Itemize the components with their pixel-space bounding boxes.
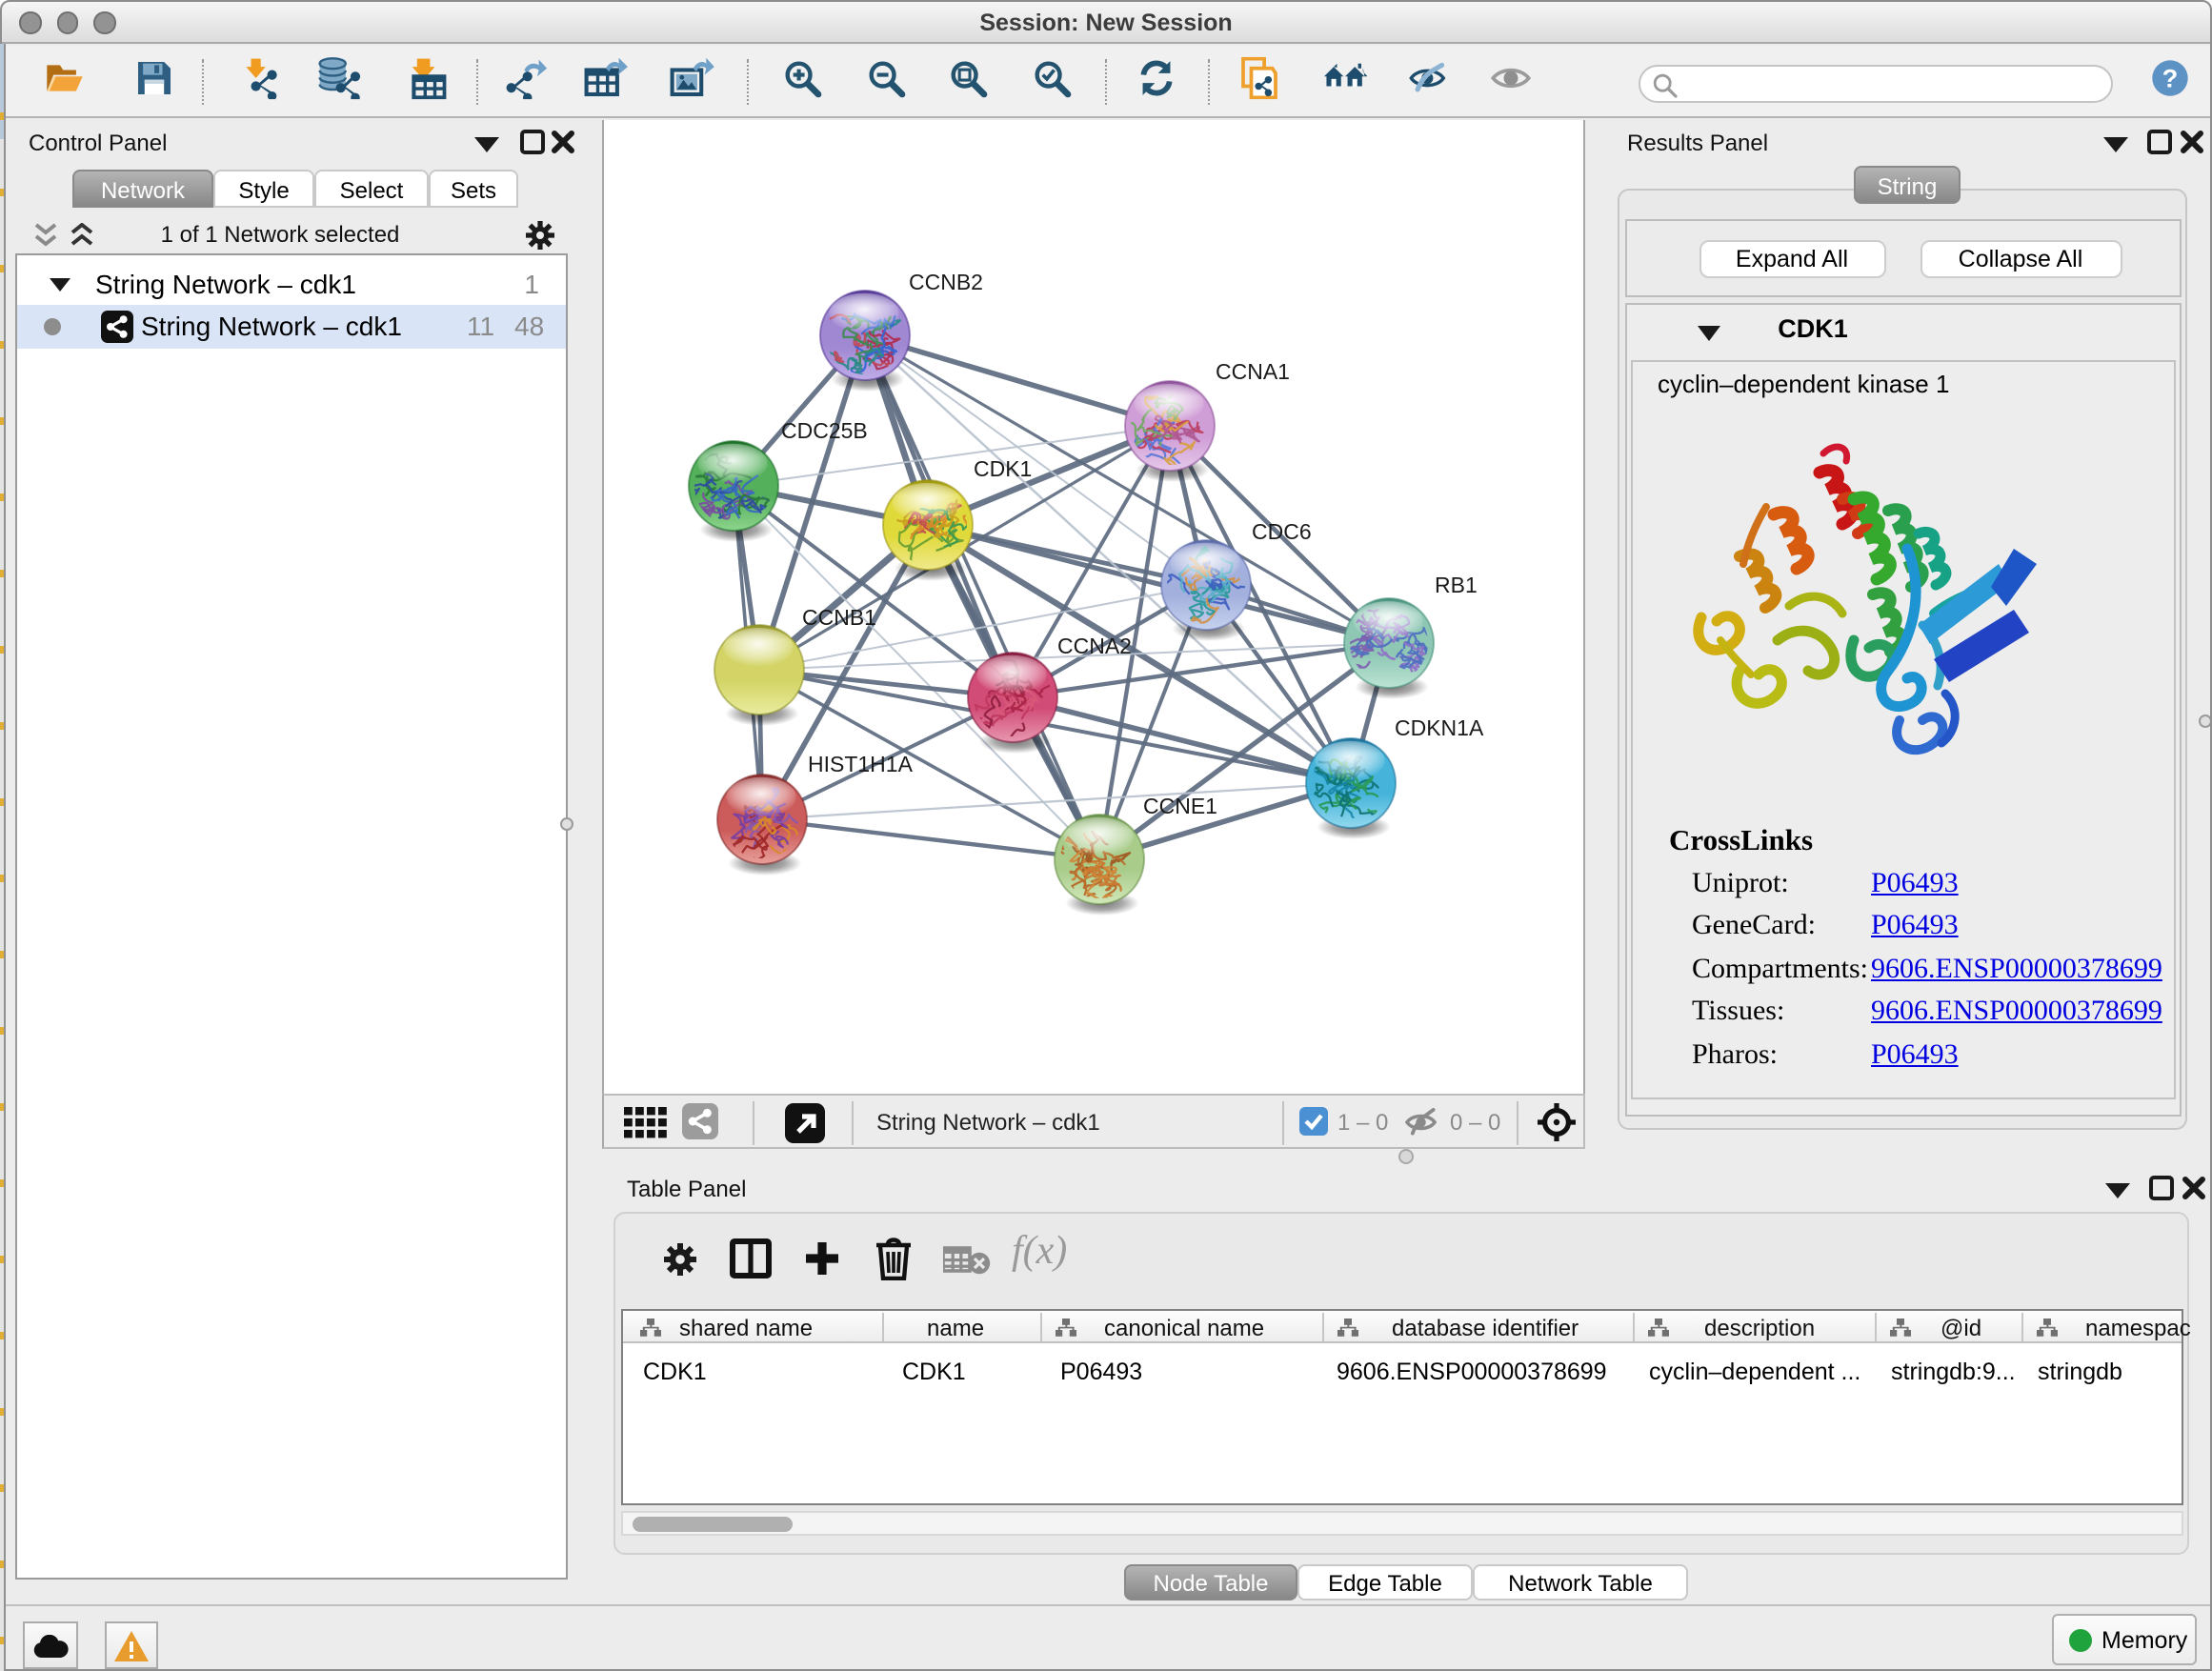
svg-text:CDKN1A: CDKN1A [1395,715,1484,740]
svg-text:CCNA2: CCNA2 [1057,634,1132,658]
svg-text:CCNE1: CCNE1 [1143,794,1217,818]
svg-text:CDC25B: CDC25B [781,418,868,443]
svg-text:RB1: RB1 [1435,573,1478,597]
svg-text:CCNB2: CCNB2 [909,270,983,294]
svg-text:CDK1: CDK1 [974,456,1032,481]
svg-text:?: ? [2162,63,2179,92]
svg-text:CDC6: CDC6 [1252,519,1312,544]
svg-text:HIST1H1A: HIST1H1A [808,752,914,776]
svg-text:CCNB1: CCNB1 [802,605,876,630]
svg-text:CCNA1: CCNA1 [1216,359,1290,384]
